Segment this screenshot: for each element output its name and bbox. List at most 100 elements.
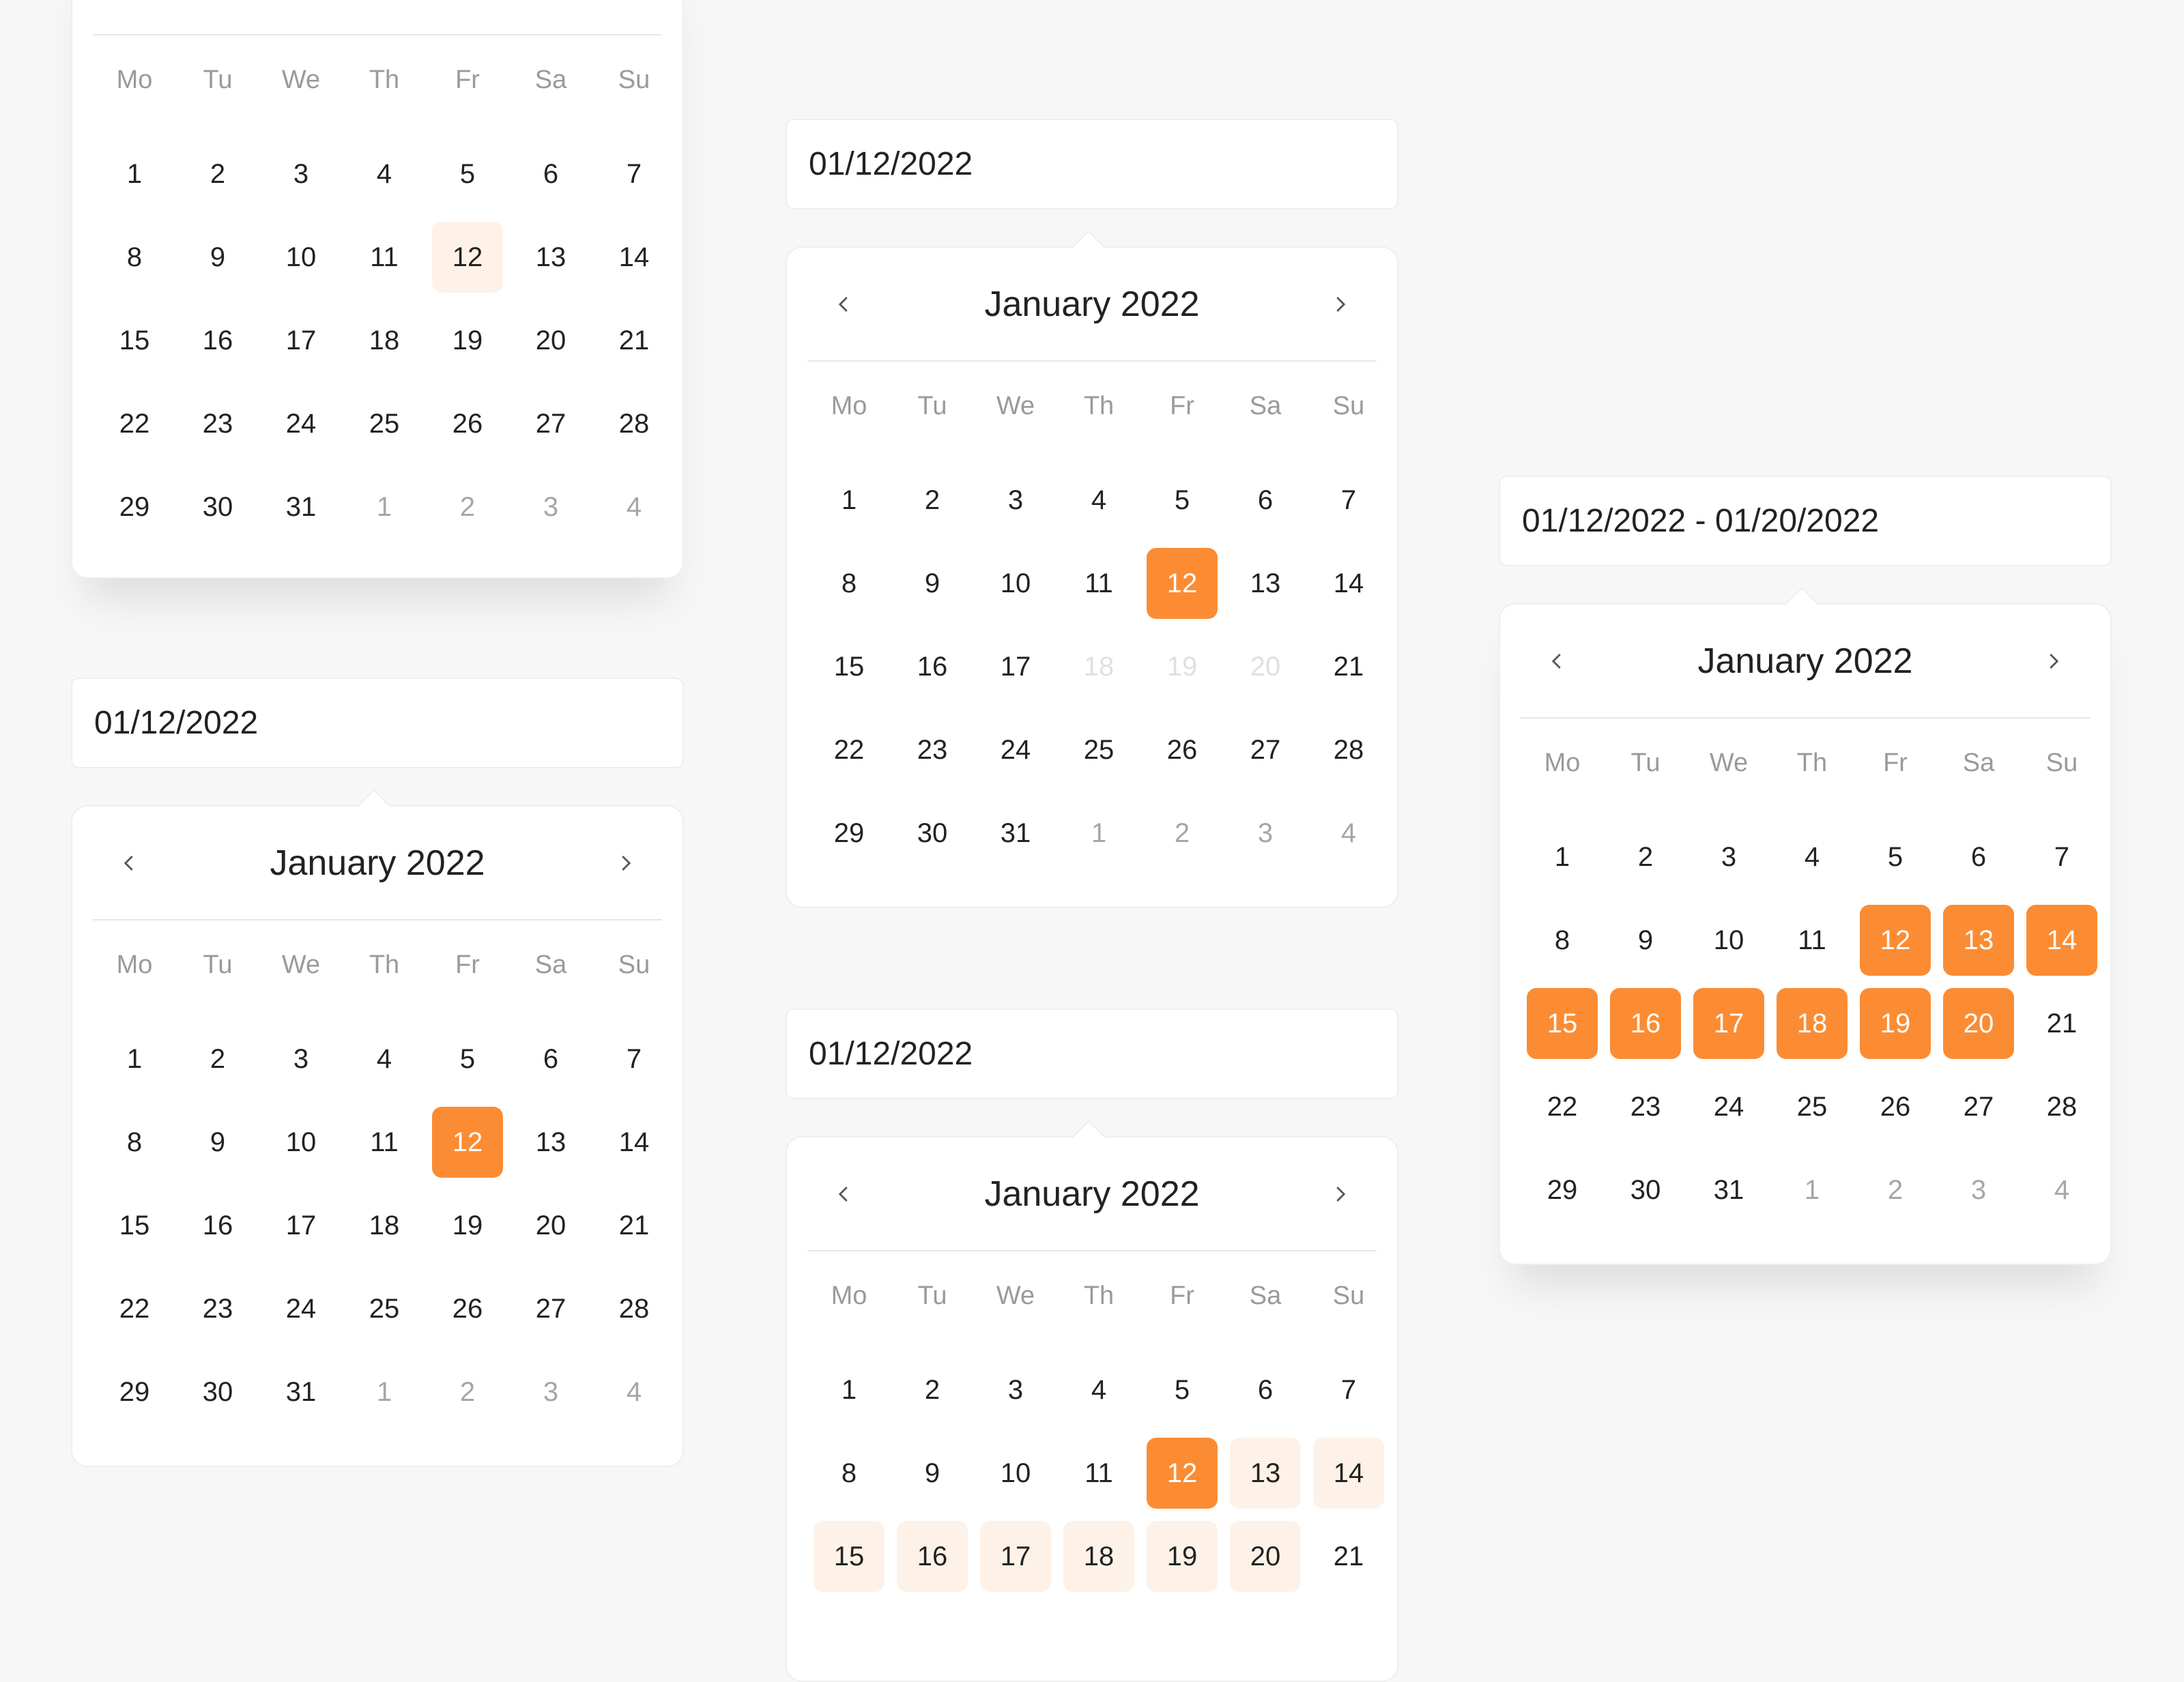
day-cell[interactable]: 20 — [515, 1190, 586, 1261]
day-cell[interactable]: 24 — [1693, 1071, 1764, 1142]
day-cell[interactable]: 24 — [265, 1273, 336, 1344]
day-cell[interactable]: 14 — [599, 222, 670, 293]
day-cell[interactable]: 13 — [515, 222, 586, 293]
day-cell[interactable]: 1 — [349, 1357, 420, 1427]
day-cell[interactable]: 19 — [432, 305, 503, 376]
day-cell[interactable]: 8 — [99, 222, 170, 293]
date-input-middle[interactable]: 01/12/2022 — [786, 119, 1398, 209]
day-cell[interactable]: 2 — [182, 1024, 253, 1094]
chevron-right-icon[interactable] — [1319, 1174, 1360, 1215]
day-cell[interactable]: 14 — [1313, 1438, 1384, 1509]
day-cell[interactable]: 8 — [1527, 905, 1598, 976]
day-cell[interactable]: 6 — [1943, 822, 2014, 893]
day-cell[interactable]: 28 — [599, 1273, 670, 1344]
day-cell[interactable]: 7 — [2026, 822, 2097, 893]
day-cell[interactable]: 1 — [99, 1024, 170, 1094]
day-cell[interactable]: 31 — [265, 472, 336, 542]
day-cell[interactable]: 7 — [599, 1024, 670, 1094]
day-cell[interactable]: 15 — [814, 631, 885, 702]
day-cell[interactable]: 24 — [980, 714, 1051, 785]
day-cell[interactable]: 15 — [99, 305, 170, 376]
day-cell[interactable]: 13 — [515, 1107, 586, 1178]
day-cell[interactable]: 4 — [1777, 822, 1848, 893]
day-cell[interactable]: 22 — [814, 714, 885, 785]
day-cell[interactable]: 29 — [1527, 1155, 1598, 1226]
day-cell[interactable]: 26 — [1147, 714, 1218, 785]
day-cell[interactable]: 25 — [1777, 1071, 1848, 1142]
day-cell[interactable]: 5 — [432, 139, 503, 209]
day-cell[interactable]: 10 — [980, 1438, 1051, 1509]
day-cell[interactable]: 2 — [897, 1354, 968, 1425]
day-cell[interactable]: 17 — [265, 1190, 336, 1261]
day-cell[interactable]: 4 — [349, 1024, 420, 1094]
day-cell[interactable]: 1 — [99, 139, 170, 209]
day-cell[interactable]: 22 — [99, 1273, 170, 1344]
day-cell[interactable]: 12 — [1147, 1438, 1218, 1509]
day-cell[interactable]: 8 — [814, 548, 885, 619]
day-cell[interactable]: 1 — [1527, 822, 1598, 893]
day-cell[interactable]: 21 — [1313, 1521, 1384, 1592]
day-cell[interactable]: 4 — [1063, 465, 1134, 536]
day-cell[interactable]: 9 — [897, 1438, 968, 1509]
day-cell[interactable]: 21 — [1313, 631, 1384, 702]
day-cell[interactable]: 4 — [1063, 1354, 1134, 1425]
day-cell[interactable]: 28 — [2026, 1071, 2097, 1142]
day-cell[interactable]: 27 — [515, 388, 586, 459]
day-cell[interactable]: 15 — [814, 1521, 885, 1592]
day-cell[interactable]: 19 — [1147, 1521, 1218, 1592]
day-cell[interactable]: 20 — [515, 305, 586, 376]
day-cell[interactable]: 7 — [1313, 465, 1384, 536]
day-cell[interactable]: 18 — [349, 305, 420, 376]
day-cell[interactable]: 18 — [349, 1190, 420, 1261]
day-cell[interactable]: 20 — [1230, 1521, 1301, 1592]
day-cell[interactable]: 4 — [349, 139, 420, 209]
day-cell[interactable]: 18 — [1777, 988, 1848, 1059]
day-cell[interactable]: 3 — [515, 1357, 586, 1427]
day-cell[interactable]: 29 — [99, 472, 170, 542]
day-cell[interactable]: 30 — [182, 472, 253, 542]
day-cell[interactable]: 21 — [2026, 988, 2097, 1059]
date-input-bottom-middle[interactable]: 01/12/2022 — [786, 1009, 1398, 1099]
chevron-right-icon[interactable] — [605, 843, 646, 884]
day-cell[interactable]: 19 — [1860, 988, 1931, 1059]
day-cell[interactable]: 2 — [432, 1357, 503, 1427]
chevron-left-icon[interactable] — [109, 843, 150, 884]
day-cell[interactable]: 1 — [814, 465, 885, 536]
day-cell[interactable]: 11 — [1063, 548, 1134, 619]
day-cell[interactable]: 23 — [182, 1273, 253, 1344]
day-cell[interactable]: 5 — [1147, 1354, 1218, 1425]
day-cell[interactable]: 8 — [99, 1107, 170, 1178]
day-cell[interactable]: 16 — [897, 631, 968, 702]
day-cell[interactable]: 10 — [265, 1107, 336, 1178]
day-cell[interactable]: 3 — [1943, 1155, 2014, 1226]
day-cell[interactable]: 2 — [1147, 798, 1218, 869]
chevron-left-icon[interactable] — [1537, 641, 1578, 682]
day-cell[interactable]: 25 — [1063, 714, 1134, 785]
day-cell[interactable]: 5 — [1147, 465, 1218, 536]
day-cell[interactable]: 23 — [1610, 1071, 1681, 1142]
day-cell[interactable]: 31 — [1693, 1155, 1764, 1226]
day-cell[interactable]: 6 — [515, 1024, 586, 1094]
day-cell[interactable]: 23 — [182, 388, 253, 459]
day-cell[interactable]: 9 — [897, 548, 968, 619]
day-cell[interactable]: 28 — [599, 388, 670, 459]
day-cell[interactable]: 3 — [515, 472, 586, 542]
day-cell[interactable]: 4 — [599, 472, 670, 542]
day-cell[interactable]: 22 — [1527, 1071, 1598, 1142]
day-cell[interactable]: 2 — [432, 472, 503, 542]
day-cell[interactable]: 6 — [1230, 1354, 1301, 1425]
day-cell[interactable]: 16 — [182, 305, 253, 376]
day-cell[interactable]: 1 — [349, 472, 420, 542]
day-cell[interactable]: 11 — [1777, 905, 1848, 976]
day-cell[interactable]: 14 — [2026, 905, 2097, 976]
day-cell[interactable]: 17 — [980, 631, 1051, 702]
day-cell[interactable]: 30 — [897, 798, 968, 869]
day-cell[interactable]: 2 — [1860, 1155, 1931, 1226]
day-cell[interactable]: 4 — [2026, 1155, 2097, 1226]
day-cell[interactable]: 15 — [1527, 988, 1598, 1059]
day-cell[interactable]: 21 — [599, 305, 670, 376]
day-cell[interactable]: 17 — [265, 305, 336, 376]
day-cell[interactable]: 4 — [599, 1357, 670, 1427]
day-cell[interactable]: 13 — [1230, 1438, 1301, 1509]
day-cell[interactable]: 18 — [1063, 1521, 1134, 1592]
